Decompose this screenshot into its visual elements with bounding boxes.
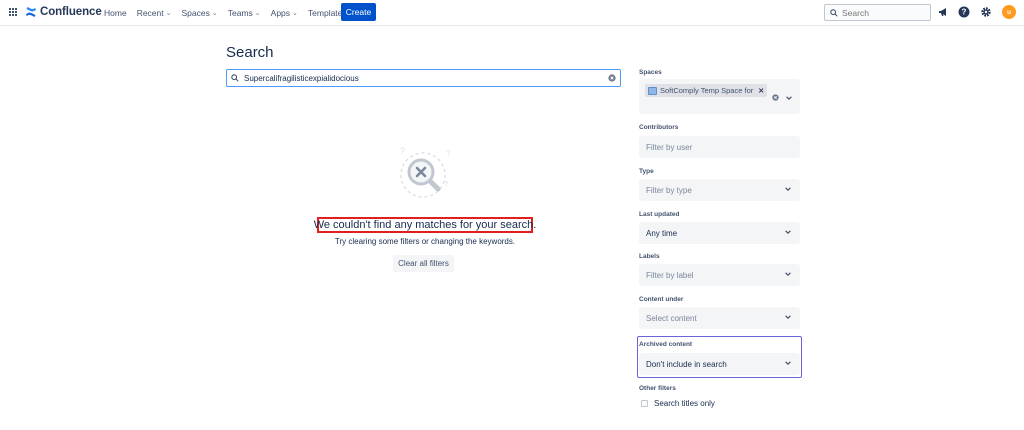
chevron-down-icon: ⌄ xyxy=(211,9,218,17)
labels-placeholder: Filter by label xyxy=(646,270,694,280)
contributors-filter[interactable]: Filter by user xyxy=(639,136,800,158)
archived-content-filter[interactable]: Don't include in search xyxy=(639,353,800,375)
top-navigation: Confluence Home Recent ⌄ Spaces ⌄ Teams … xyxy=(0,0,1024,26)
filter-label-type: Type xyxy=(639,168,654,175)
nav-teams-label: Teams xyxy=(227,7,253,18)
clear-all-filters-button[interactable]: Clear all filters xyxy=(393,255,454,272)
content-under-placeholder: Select content xyxy=(646,313,697,323)
chevron-down-icon xyxy=(785,272,791,277)
confluence-logo[interactable]: Confluence xyxy=(25,6,102,18)
no-results-illustration-icon: ? ? ? xyxy=(400,146,451,198)
filter-label-contributors: Contributors xyxy=(639,124,679,131)
svg-text:?: ? xyxy=(446,149,451,158)
no-results-heading: We couldn't find any matches for your se… xyxy=(313,217,537,233)
nav-home-label: Home xyxy=(104,7,127,18)
filter-label-labels: Labels xyxy=(639,253,660,260)
spaces-filter[interactable]: SoftComply Temp Space for ✕ xyxy=(639,79,800,114)
nav-spaces[interactable]: Spaces ⌄ xyxy=(182,8,218,18)
nav-recent[interactable]: Recent ⌄ xyxy=(137,8,172,18)
labels-filter[interactable]: Filter by label xyxy=(639,264,800,286)
filter-label-content-under: Content under xyxy=(639,296,684,303)
nav-teams[interactable]: Teams ⌄ xyxy=(228,8,261,18)
primary-nav: Home Recent ⌄ Spaces ⌄ Teams ⌄ Apps ⌄ Te… xyxy=(104,0,357,25)
search-titles-only-option[interactable]: Search titles only xyxy=(641,399,715,408)
space-icon xyxy=(648,86,657,95)
remove-chip-icon[interactable]: ✕ xyxy=(758,87,764,95)
global-search-input[interactable] xyxy=(842,7,922,18)
filter-label-spaces: Spaces xyxy=(639,69,662,76)
clear-spaces-icon[interactable] xyxy=(772,94,779,101)
clear-search-icon[interactable] xyxy=(608,74,616,82)
space-chip[interactable]: SoftComply Temp Space for ✕ xyxy=(645,84,768,97)
search-query-text[interactable]: Supercalifragilisticexpialidocious xyxy=(244,74,608,83)
confluence-logo-icon xyxy=(26,7,36,17)
last-updated-value: Any time xyxy=(646,228,678,238)
chevron-down-icon xyxy=(785,315,791,320)
gear-icon[interactable] xyxy=(980,6,992,18)
megaphone-icon[interactable] xyxy=(937,6,949,18)
nav-home[interactable]: Home xyxy=(104,8,127,18)
chevron-down-icon: ⌄ xyxy=(165,9,172,17)
avatar[interactable]: u xyxy=(1002,5,1016,19)
filter-label-other: Other filters xyxy=(639,385,676,392)
nav-spaces-label: Spaces xyxy=(181,7,210,18)
page-title: Search xyxy=(226,44,274,61)
search-titles-only-checkbox[interactable] xyxy=(641,400,648,407)
help-icon[interactable]: ? xyxy=(958,6,970,18)
search-icon xyxy=(231,74,239,82)
nav-apps-label: Apps xyxy=(270,7,291,18)
search-titles-only-label: Search titles only xyxy=(654,399,715,408)
archived-content-value: Don't include in search xyxy=(646,359,727,369)
type-filter[interactable]: Filter by type xyxy=(639,179,800,201)
create-button[interactable]: Create xyxy=(341,3,376,21)
no-results-hint: Try clearing some filters or changing th… xyxy=(334,237,516,246)
filter-label-archived: Archived content xyxy=(639,341,693,348)
nav-apps[interactable]: Apps ⌄ xyxy=(271,8,298,18)
global-search[interactable] xyxy=(824,4,931,21)
svg-text:?: ? xyxy=(400,146,405,156)
nav-recent-label: Recent xyxy=(136,7,164,18)
space-chip-label: SoftComply Temp Space for xyxy=(660,86,754,95)
chevron-down-icon[interactable] xyxy=(785,94,793,102)
last-updated-filter[interactable]: Any time xyxy=(639,222,800,244)
type-placeholder: Filter by type xyxy=(646,185,692,195)
contributors-placeholder: Filter by user xyxy=(646,142,693,152)
chevron-down-icon xyxy=(785,230,791,235)
filter-label-last-updated: Last updated xyxy=(639,211,680,218)
chevron-down-icon: ⌄ xyxy=(254,9,261,17)
svg-text:?: ? xyxy=(962,8,967,17)
chevron-down-icon: ⌄ xyxy=(292,9,298,17)
content-under-filter[interactable]: Select content xyxy=(639,307,800,329)
app-name: Confluence xyxy=(40,6,102,18)
chevron-down-icon xyxy=(785,361,791,366)
search-query-field[interactable]: Supercalifragilisticexpialidocious xyxy=(226,69,621,87)
chevron-down-icon xyxy=(785,187,791,192)
app-switcher-icon[interactable] xyxy=(9,8,18,17)
svg-text:?: ? xyxy=(444,181,448,188)
search-icon xyxy=(830,8,838,17)
